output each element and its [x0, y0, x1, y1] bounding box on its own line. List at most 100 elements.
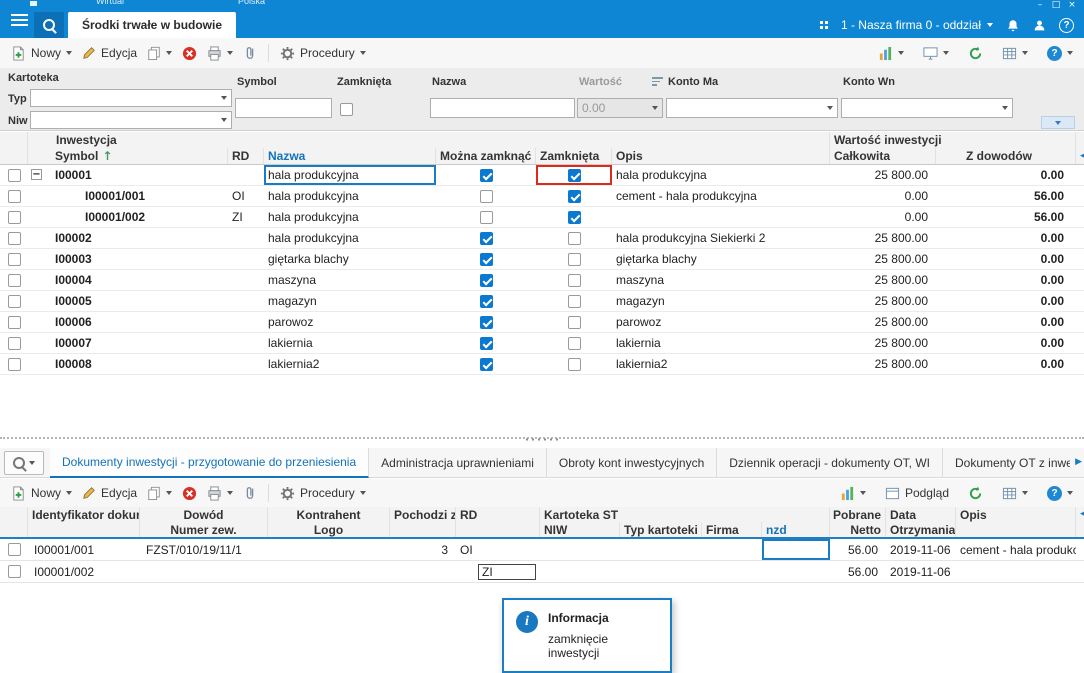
konto-ma-combobox[interactable]	[666, 98, 838, 118]
column-header-otrzymania[interactable]: Otrzymania	[886, 522, 956, 537]
column-header-rd[interactable]: RD	[228, 148, 264, 164]
bottom-panel-tab[interactable]: Dokumenty inwestycji - przygotowanie do …	[50, 448, 370, 478]
table-row[interactable]: I00007 lakiernia lakiernia 25 800.00 0.0…	[0, 333, 1084, 354]
zamknieta-checkbox[interactable]	[567, 336, 581, 350]
collapse-filter-button[interactable]	[1041, 116, 1075, 129]
zamknieta-checkbox[interactable]	[567, 315, 581, 329]
mozna-zamknac-checkbox[interactable]	[479, 210, 493, 224]
cell-nazwa[interactable]: hala produkcyjna	[264, 186, 436, 206]
preview-button[interactable]: Podgląd	[880, 483, 954, 504]
active-module-tab[interactable]: Środki trwałe w budowie	[68, 12, 237, 38]
table-row[interactable]: I00001/001 FZST/010/19/11/1 3 OI 56.00 2…	[0, 539, 1084, 561]
column-header-symbol[interactable]: Symbol ↑	[28, 148, 228, 164]
cell-nazwa[interactable]: parowoz	[264, 312, 436, 332]
filter-icon[interactable]	[652, 77, 663, 86]
row-checkbox[interactable]	[7, 336, 21, 350]
column-header-rd[interactable]: RD	[456, 507, 540, 522]
cell-nazwa[interactable]: lakiernia	[264, 333, 436, 353]
print-button[interactable]	[202, 483, 238, 504]
row-checkbox[interactable]	[7, 189, 21, 203]
column-header-firma[interactable]: Firma	[702, 522, 762, 537]
row-checkbox[interactable]	[7, 565, 21, 578]
row-checkbox[interactable]	[7, 252, 21, 266]
column-header-nzd[interactable]: nzd	[762, 522, 830, 537]
expand-toggle[interactable]: −	[31, 169, 42, 180]
maximize-button[interactable]: □	[1048, 0, 1064, 10]
typ-combobox[interactable]	[30, 89, 232, 107]
cell-nazwa[interactable]: hala produkcyjna	[264, 228, 436, 248]
row-checkbox[interactable]	[7, 273, 21, 287]
konto-wn-combobox[interactable]	[841, 98, 1013, 118]
row-checkbox[interactable]	[7, 231, 21, 245]
column-header-pobrane[interactable]: Pobrane	[830, 507, 886, 522]
print-button[interactable]	[202, 43, 238, 64]
cell-nzd[interactable]	[762, 539, 830, 560]
column-header-numer-zew[interactable]: Numer zew.	[140, 522, 268, 537]
column-header-opis[interactable]: Opis	[612, 148, 830, 164]
cell-rd[interactable]: OI	[456, 539, 540, 560]
column-header-calkowita[interactable]: Całkowita	[830, 148, 936, 164]
row-checkbox[interactable]	[7, 357, 21, 371]
table-row[interactable]: − I00001 hala produkcyjna hala produkcyj…	[0, 165, 1084, 186]
table-row[interactable]: I00002 hala produkcyjna hala produkcyjna…	[0, 228, 1084, 249]
grid-settings-button[interactable]	[997, 483, 1033, 504]
help-button[interactable]: ?	[1042, 43, 1078, 64]
edit-button[interactable]: Edycja	[77, 483, 142, 503]
notifications-bell-icon[interactable]	[1006, 18, 1020, 33]
table-row[interactable]: I00001/002 ZI 56.00 2019-11-06	[0, 561, 1084, 583]
close-button[interactable]: ×	[1064, 0, 1080, 10]
view-settings-button[interactable]	[918, 43, 954, 64]
table-row[interactable]: I00003 giętarka blachy giętarka blachy 2…	[0, 249, 1084, 270]
column-header-kontrahent[interactable]: Kontrahent	[268, 507, 390, 522]
cell-nazwa[interactable]: hala produkcyjna	[264, 165, 436, 185]
wartosc-combobox[interactable]: 0.00	[577, 98, 663, 118]
column-header-id[interactable]: Identyfikator dokum↑	[28, 507, 140, 522]
bottom-panel-tab[interactable]: Obroty kont inwestycyjnych	[547, 448, 718, 478]
zamknieta-checkbox[interactable]	[567, 189, 581, 203]
table-row[interactable]: I00005 magazyn magazyn 25 800.00 0.00	[0, 291, 1084, 312]
mozna-zamknac-checkbox[interactable]	[479, 294, 493, 308]
table-row[interactable]: I00004 maszyna maszyna 25 800.00 0.00	[0, 270, 1084, 291]
scroll-right-icon[interactable]: ▶	[1075, 458, 1082, 467]
menu-icon[interactable]	[11, 14, 28, 26]
symbol-filter-input[interactable]	[235, 98, 332, 118]
row-checkbox[interactable]	[7, 168, 21, 182]
mozna-zamknac-checkbox[interactable]	[479, 273, 493, 287]
bottom-panel-tab[interactable]: Administracja uprawnieniami	[369, 448, 547, 478]
scroll-left-icon[interactable]: ◀	[1080, 510, 1084, 519]
zamknieta-checkbox[interactable]	[567, 231, 581, 245]
procedures-button[interactable]: Procedury	[275, 483, 371, 504]
column-header-logo[interactable]: Logo	[268, 522, 390, 537]
cell-nazwa[interactable]: magazyn	[264, 291, 436, 311]
cell-nzd[interactable]	[762, 561, 830, 582]
table-row[interactable]: I00008 lakiernia2 lakiernia2 25 800.00 0…	[0, 354, 1084, 375]
column-header-data[interactable]: Data	[886, 507, 956, 522]
zoom-menu-button[interactable]	[4, 451, 44, 475]
grid-dots-icon[interactable]	[819, 21, 828, 29]
search-button[interactable]	[34, 12, 64, 38]
zamknieta-checkbox[interactable]	[567, 273, 581, 287]
bottom-panel-tab[interactable]: Dokumenty OT z inwestycji	[943, 448, 1070, 478]
user-profile-icon[interactable]	[1033, 19, 1046, 32]
refresh-button[interactable]	[963, 483, 988, 504]
mozna-zamknac-checkbox[interactable]	[479, 336, 493, 350]
column-header-pochodzi-z-fk[interactable]: Pochodzi z FK	[390, 507, 456, 522]
niw-combobox[interactable]	[30, 111, 232, 129]
table-row[interactable]: I00001/001 OI hala produkcyjna cement - …	[0, 186, 1084, 207]
help-button[interactable]: ?	[1042, 483, 1078, 504]
bottom-panel-tab[interactable]: Dziennik operacji - dokumenty OT, WI	[717, 448, 944, 478]
mozna-zamknac-checkbox[interactable]	[479, 168, 493, 182]
cell-nazwa[interactable]: giętarka blachy	[264, 249, 436, 269]
column-header-netto[interactable]: Netto	[830, 522, 886, 537]
delete-button[interactable]	[177, 483, 202, 504]
minimize-button[interactable]: –	[1032, 0, 1048, 10]
new-button[interactable]: Nowy	[6, 43, 77, 64]
table-row[interactable]: I00006 parowoz parowoz 25 800.00 0.00	[0, 312, 1084, 333]
column-header-zamknieta[interactable]: Zamknięta	[536, 148, 612, 164]
nazwa-filter-input[interactable]	[430, 98, 575, 118]
scroll-left-icon[interactable]: ◀	[1080, 151, 1084, 161]
column-header-mozna-zamknac[interactable]: Można zamknąć	[436, 148, 536, 164]
cell-rd[interactable]: ZI	[456, 561, 540, 582]
column-header-typ-kartoteki[interactable]: Typ kartoteki	[620, 522, 702, 537]
cell-nazwa[interactable]: lakiernia2	[264, 354, 436, 374]
